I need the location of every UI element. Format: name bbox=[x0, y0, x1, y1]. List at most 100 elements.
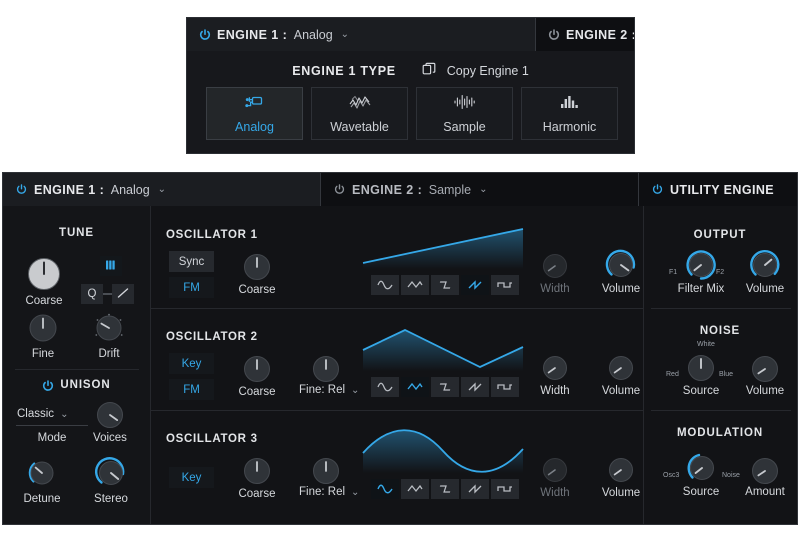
osc1-wave-triangle-button[interactable] bbox=[401, 275, 429, 295]
osc1-divider bbox=[151, 308, 643, 309]
chevron-down-icon[interactable]: ⌄ bbox=[158, 184, 166, 195]
osc3-wave-triangle-button[interactable] bbox=[401, 479, 429, 499]
osc2-wave-sine-button[interactable] bbox=[371, 377, 399, 397]
osc2-fm-label: FM bbox=[183, 383, 200, 396]
power-icon[interactable] bbox=[548, 29, 560, 40]
osc3-wave-sine-button[interactable] bbox=[371, 479, 399, 499]
tune-drift-knob[interactable] bbox=[91, 310, 127, 346]
osc1-volume-label: Volume bbox=[601, 283, 641, 295]
power-icon[interactable] bbox=[334, 184, 345, 195]
tab-value[interactable]: Sample bbox=[429, 183, 471, 197]
osc3-fine-knob[interactable] bbox=[309, 454, 343, 488]
engine-type-harmonic-label: Harmonic bbox=[542, 119, 597, 134]
output-volume-label: Volume bbox=[745, 283, 785, 295]
engine-type-analog-button[interactable]: Analog bbox=[206, 87, 303, 140]
popup-body: ENGINE 1 TYPE Copy Engine 1 Analog Wavet… bbox=[187, 51, 634, 153]
tune-unison-sidebar: TUNE Coarse Q Fine Drift UNISON Classic … bbox=[3, 206, 150, 524]
unison-mode-underline bbox=[16, 425, 88, 426]
engine-type-sample-button[interactable]: Sample bbox=[416, 87, 513, 140]
osc1-wave-sine-button[interactable] bbox=[371, 275, 399, 295]
osc2-fine-dropdown[interactable]: Fine: Rel ⌄ bbox=[299, 384, 359, 396]
osc2-wave-triangle-button[interactable] bbox=[401, 377, 429, 397]
unison-header: UNISON bbox=[3, 379, 150, 391]
tune-q-button[interactable]: Q bbox=[81, 284, 103, 304]
osc3-fine-label: Fine: Rel bbox=[299, 486, 346, 498]
engine-type-harmonic-button[interactable]: Harmonic bbox=[521, 87, 618, 140]
osc2-width-knob[interactable] bbox=[539, 352, 571, 384]
osc1-volume-knob[interactable] bbox=[601, 245, 641, 285]
noise-source-knob[interactable] bbox=[684, 351, 718, 385]
copy-icon bbox=[422, 62, 436, 81]
osc1-wave-sawdown-button[interactable] bbox=[431, 275, 459, 295]
popup-tab-value[interactable]: Analog bbox=[294, 28, 333, 42]
chevron-down-icon[interactable]: ⌄ bbox=[341, 29, 349, 40]
modulation-section-title: MODULATION bbox=[676, 427, 764, 439]
osc2-waveform-buttons bbox=[371, 377, 519, 397]
tune-glide-button[interactable] bbox=[112, 284, 134, 304]
power-icon[interactable] bbox=[42, 379, 54, 391]
sidebar-divider-vertical bbox=[150, 206, 151, 524]
tab-engine-1[interactable]: ENGINE 1 : Analog ⌄ bbox=[3, 173, 320, 206]
unison-voices-knob[interactable] bbox=[93, 398, 127, 432]
tune-coarse-knob[interactable] bbox=[23, 253, 65, 295]
engine-type-wavetable-button[interactable]: Wavetable bbox=[311, 87, 408, 140]
osc2-wave-sawup-button[interactable] bbox=[461, 377, 489, 397]
engine-type-sample-label: Sample bbox=[443, 119, 486, 134]
osc2-key-button[interactable]: Key bbox=[169, 353, 214, 374]
osc3-key-button[interactable]: Key bbox=[169, 467, 214, 488]
popup-tab-label: ENGINE 2 bbox=[566, 27, 628, 42]
osc2-waveform-display bbox=[360, 325, 526, 371]
noise-top-label: White bbox=[697, 341, 715, 348]
osc1-waveform-buttons bbox=[371, 275, 519, 295]
osc2-wave-sawdown-button[interactable] bbox=[431, 377, 459, 397]
unison-stereo-label: Stereo bbox=[94, 493, 128, 505]
osc1-sync-button[interactable]: Sync bbox=[169, 251, 214, 272]
tab-utility-engine[interactable]: UTILITY ENGINE bbox=[639, 173, 797, 206]
osc1-coarse-knob[interactable] bbox=[240, 250, 274, 284]
popup-tab-engine-2[interactable]: ENGINE 2 : bbox=[536, 18, 634, 51]
copy-engine-label: Copy Engine 1 bbox=[446, 64, 529, 78]
unison-stereo-knob[interactable] bbox=[91, 453, 131, 493]
modulation-source-knob[interactable] bbox=[682, 448, 722, 488]
modulation-amount-knob[interactable] bbox=[748, 454, 782, 488]
piano-keys-icon-button[interactable] bbox=[100, 256, 122, 276]
power-icon[interactable] bbox=[199, 29, 211, 40]
osc1-width-knob[interactable] bbox=[539, 250, 571, 282]
osc1-wave-sawup-button[interactable] bbox=[461, 275, 489, 295]
analog-icon bbox=[245, 94, 264, 115]
chevron-down-icon: ⌄ bbox=[351, 486, 360, 498]
tab-value[interactable]: Analog bbox=[111, 183, 150, 197]
osc2-fine-knob[interactable] bbox=[309, 352, 343, 386]
osc2-divider bbox=[151, 410, 643, 411]
popup-tab-bar: ENGINE 1 : Analog ⌄ ENGINE 2 : bbox=[187, 18, 634, 51]
osc2-fm-button[interactable]: FM bbox=[169, 379, 214, 400]
power-icon[interactable] bbox=[652, 184, 663, 195]
popup-tab-separator: : bbox=[632, 28, 634, 42]
osc3-wave-sawup-button[interactable] bbox=[461, 479, 489, 499]
popup-header: ENGINE 1 TYPE Copy Engine 1 bbox=[187, 60, 634, 82]
popup-tab-engine-1[interactable]: ENGINE 1 : Analog ⌄ bbox=[187, 18, 535, 51]
chevron-down-icon[interactable]: ⌄ bbox=[479, 184, 487, 195]
output-filter-mix-knob[interactable] bbox=[681, 245, 721, 285]
noise-volume-knob[interactable] bbox=[748, 352, 782, 386]
osc3-coarse-knob[interactable] bbox=[240, 454, 274, 488]
unison-detune-knob[interactable] bbox=[24, 455, 60, 491]
osc3-volume-knob[interactable] bbox=[605, 454, 637, 486]
osc2-volume-knob[interactable] bbox=[605, 352, 637, 384]
osc3-fine-dropdown[interactable]: Fine: Rel ⌄ bbox=[299, 486, 359, 498]
osc3-wave-sawdown-button[interactable] bbox=[431, 479, 459, 499]
oscillator-3-title: OSCILLATOR 3 bbox=[166, 433, 258, 445]
popup-tab-separator: : bbox=[282, 27, 287, 42]
tune-fine-knob[interactable] bbox=[25, 310, 61, 346]
osc2-coarse-knob[interactable] bbox=[240, 352, 274, 386]
tab-engine-2[interactable]: ENGINE 2 : Sample ⌄ bbox=[321, 173, 638, 206]
synth-ui-root: ENGINE 1 : Analog ⌄ ENGINE 2 : Sample ⌄ bbox=[0, 0, 800, 533]
modulation-min-label: Osc3 bbox=[663, 472, 680, 479]
osc3-width-knob[interactable] bbox=[539, 454, 571, 486]
piano-keys-icon bbox=[105, 259, 117, 274]
power-icon[interactable] bbox=[16, 184, 27, 195]
osc1-fm-button[interactable]: FM bbox=[169, 277, 214, 298]
copy-engine-button[interactable]: Copy Engine 1 bbox=[422, 62, 529, 81]
output-volume-knob[interactable] bbox=[745, 245, 785, 285]
unison-mode-dropdown[interactable]: Classic ⌄ bbox=[17, 408, 68, 420]
